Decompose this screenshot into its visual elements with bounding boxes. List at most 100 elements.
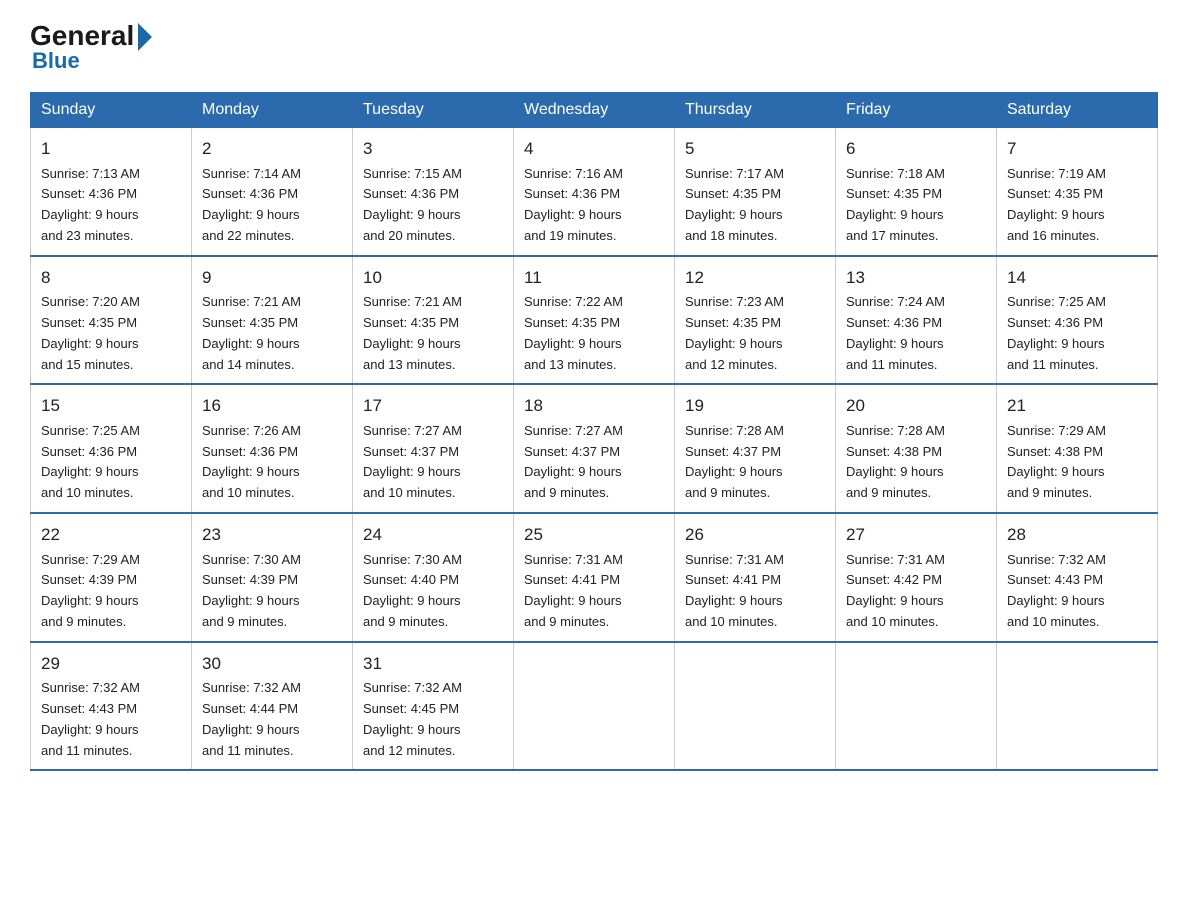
header-cell-friday: Friday <box>836 93 997 128</box>
day-number: 20 <box>846 393 986 419</box>
day-info: Sunrise: 7:32 AMSunset: 4:45 PMDaylight:… <box>363 678 503 761</box>
day-number: 21 <box>1007 393 1147 419</box>
calendar-cell: 2Sunrise: 7:14 AMSunset: 4:36 PMDaylight… <box>192 128 353 256</box>
calendar-cell: 31Sunrise: 7:32 AMSunset: 4:45 PMDayligh… <box>353 642 514 771</box>
calendar-cell: 11Sunrise: 7:22 AMSunset: 4:35 PMDayligh… <box>514 256 675 385</box>
day-info: Sunrise: 7:28 AMSunset: 4:37 PMDaylight:… <box>685 421 825 504</box>
day-info: Sunrise: 7:15 AMSunset: 4:36 PMDaylight:… <box>363 164 503 247</box>
calendar-cell: 16Sunrise: 7:26 AMSunset: 4:36 PMDayligh… <box>192 384 353 513</box>
calendar-cell: 17Sunrise: 7:27 AMSunset: 4:37 PMDayligh… <box>353 384 514 513</box>
day-number: 28 <box>1007 522 1147 548</box>
day-info: Sunrise: 7:30 AMSunset: 4:39 PMDaylight:… <box>202 550 342 633</box>
day-number: 15 <box>41 393 181 419</box>
day-info: Sunrise: 7:30 AMSunset: 4:40 PMDaylight:… <box>363 550 503 633</box>
week-row-1: 1Sunrise: 7:13 AMSunset: 4:36 PMDaylight… <box>31 128 1158 256</box>
header-row: SundayMondayTuesdayWednesdayThursdayFrid… <box>31 93 1158 128</box>
header-cell-tuesday: Tuesday <box>353 93 514 128</box>
day-info: Sunrise: 7:14 AMSunset: 4:36 PMDaylight:… <box>202 164 342 247</box>
day-number: 9 <box>202 265 342 291</box>
calendar-cell: 3Sunrise: 7:15 AMSunset: 4:36 PMDaylight… <box>353 128 514 256</box>
day-info: Sunrise: 7:27 AMSunset: 4:37 PMDaylight:… <box>363 421 503 504</box>
day-number: 16 <box>202 393 342 419</box>
week-row-3: 15Sunrise: 7:25 AMSunset: 4:36 PMDayligh… <box>31 384 1158 513</box>
day-info: Sunrise: 7:21 AMSunset: 4:35 PMDaylight:… <box>363 292 503 375</box>
calendar-cell <box>514 642 675 771</box>
day-info: Sunrise: 7:32 AMSunset: 4:43 PMDaylight:… <box>1007 550 1147 633</box>
week-row-5: 29Sunrise: 7:32 AMSunset: 4:43 PMDayligh… <box>31 642 1158 771</box>
calendar-cell <box>675 642 836 771</box>
day-info: Sunrise: 7:22 AMSunset: 4:35 PMDaylight:… <box>524 292 664 375</box>
logo: General Blue <box>30 20 152 74</box>
day-info: Sunrise: 7:23 AMSunset: 4:35 PMDaylight:… <box>685 292 825 375</box>
calendar-cell: 15Sunrise: 7:25 AMSunset: 4:36 PMDayligh… <box>31 384 192 513</box>
calendar-cell: 4Sunrise: 7:16 AMSunset: 4:36 PMDaylight… <box>514 128 675 256</box>
day-info: Sunrise: 7:20 AMSunset: 4:35 PMDaylight:… <box>41 292 181 375</box>
week-row-4: 22Sunrise: 7:29 AMSunset: 4:39 PMDayligh… <box>31 513 1158 642</box>
day-number: 18 <box>524 393 664 419</box>
day-info: Sunrise: 7:17 AMSunset: 4:35 PMDaylight:… <box>685 164 825 247</box>
day-number: 30 <box>202 651 342 677</box>
header-cell-saturday: Saturday <box>997 93 1158 128</box>
day-number: 14 <box>1007 265 1147 291</box>
header-cell-thursday: Thursday <box>675 93 836 128</box>
day-number: 22 <box>41 522 181 548</box>
calendar-cell <box>836 642 997 771</box>
logo-blue-text: Blue <box>32 48 80 74</box>
calendar-cell: 14Sunrise: 7:25 AMSunset: 4:36 PMDayligh… <box>997 256 1158 385</box>
calendar-cell: 24Sunrise: 7:30 AMSunset: 4:40 PMDayligh… <box>353 513 514 642</box>
logo-arrow-icon <box>138 23 152 51</box>
day-number: 24 <box>363 522 503 548</box>
day-info: Sunrise: 7:31 AMSunset: 4:41 PMDaylight:… <box>685 550 825 633</box>
day-info: Sunrise: 7:13 AMSunset: 4:36 PMDaylight:… <box>41 164 181 247</box>
day-number: 2 <box>202 136 342 162</box>
calendar-cell: 9Sunrise: 7:21 AMSunset: 4:35 PMDaylight… <box>192 256 353 385</box>
calendar-cell: 5Sunrise: 7:17 AMSunset: 4:35 PMDaylight… <box>675 128 836 256</box>
day-number: 1 <box>41 136 181 162</box>
day-number: 13 <box>846 265 986 291</box>
header-cell-sunday: Sunday <box>31 93 192 128</box>
day-info: Sunrise: 7:25 AMSunset: 4:36 PMDaylight:… <box>41 421 181 504</box>
calendar-cell: 30Sunrise: 7:32 AMSunset: 4:44 PMDayligh… <box>192 642 353 771</box>
day-info: Sunrise: 7:31 AMSunset: 4:42 PMDaylight:… <box>846 550 986 633</box>
calendar-cell: 26Sunrise: 7:31 AMSunset: 4:41 PMDayligh… <box>675 513 836 642</box>
day-number: 6 <box>846 136 986 162</box>
calendar-cell: 22Sunrise: 7:29 AMSunset: 4:39 PMDayligh… <box>31 513 192 642</box>
calendar-cell: 18Sunrise: 7:27 AMSunset: 4:37 PMDayligh… <box>514 384 675 513</box>
day-info: Sunrise: 7:24 AMSunset: 4:36 PMDaylight:… <box>846 292 986 375</box>
day-number: 7 <box>1007 136 1147 162</box>
calendar-cell: 29Sunrise: 7:32 AMSunset: 4:43 PMDayligh… <box>31 642 192 771</box>
header-cell-wednesday: Wednesday <box>514 93 675 128</box>
day-number: 3 <box>363 136 503 162</box>
day-number: 5 <box>685 136 825 162</box>
calendar-cell: 13Sunrise: 7:24 AMSunset: 4:36 PMDayligh… <box>836 256 997 385</box>
day-number: 23 <box>202 522 342 548</box>
day-info: Sunrise: 7:16 AMSunset: 4:36 PMDaylight:… <box>524 164 664 247</box>
page-header: General Blue <box>30 20 1158 74</box>
day-number: 10 <box>363 265 503 291</box>
calendar-cell: 1Sunrise: 7:13 AMSunset: 4:36 PMDaylight… <box>31 128 192 256</box>
day-info: Sunrise: 7:27 AMSunset: 4:37 PMDaylight:… <box>524 421 664 504</box>
day-info: Sunrise: 7:18 AMSunset: 4:35 PMDaylight:… <box>846 164 986 247</box>
day-info: Sunrise: 7:32 AMSunset: 4:43 PMDaylight:… <box>41 678 181 761</box>
calendar-cell: 7Sunrise: 7:19 AMSunset: 4:35 PMDaylight… <box>997 128 1158 256</box>
calendar-cell: 6Sunrise: 7:18 AMSunset: 4:35 PMDaylight… <box>836 128 997 256</box>
calendar-cell: 8Sunrise: 7:20 AMSunset: 4:35 PMDaylight… <box>31 256 192 385</box>
day-info: Sunrise: 7:21 AMSunset: 4:35 PMDaylight:… <box>202 292 342 375</box>
day-info: Sunrise: 7:19 AMSunset: 4:35 PMDaylight:… <box>1007 164 1147 247</box>
day-info: Sunrise: 7:26 AMSunset: 4:36 PMDaylight:… <box>202 421 342 504</box>
calendar-cell <box>997 642 1158 771</box>
day-info: Sunrise: 7:25 AMSunset: 4:36 PMDaylight:… <box>1007 292 1147 375</box>
day-number: 29 <box>41 651 181 677</box>
day-number: 4 <box>524 136 664 162</box>
calendar-cell: 20Sunrise: 7:28 AMSunset: 4:38 PMDayligh… <box>836 384 997 513</box>
day-number: 17 <box>363 393 503 419</box>
calendar-cell: 28Sunrise: 7:32 AMSunset: 4:43 PMDayligh… <box>997 513 1158 642</box>
calendar-cell: 23Sunrise: 7:30 AMSunset: 4:39 PMDayligh… <box>192 513 353 642</box>
day-info: Sunrise: 7:32 AMSunset: 4:44 PMDaylight:… <box>202 678 342 761</box>
calendar-cell: 10Sunrise: 7:21 AMSunset: 4:35 PMDayligh… <box>353 256 514 385</box>
week-row-2: 8Sunrise: 7:20 AMSunset: 4:35 PMDaylight… <box>31 256 1158 385</box>
calendar-cell: 19Sunrise: 7:28 AMSunset: 4:37 PMDayligh… <box>675 384 836 513</box>
day-info: Sunrise: 7:31 AMSunset: 4:41 PMDaylight:… <box>524 550 664 633</box>
day-number: 8 <box>41 265 181 291</box>
header-cell-monday: Monday <box>192 93 353 128</box>
